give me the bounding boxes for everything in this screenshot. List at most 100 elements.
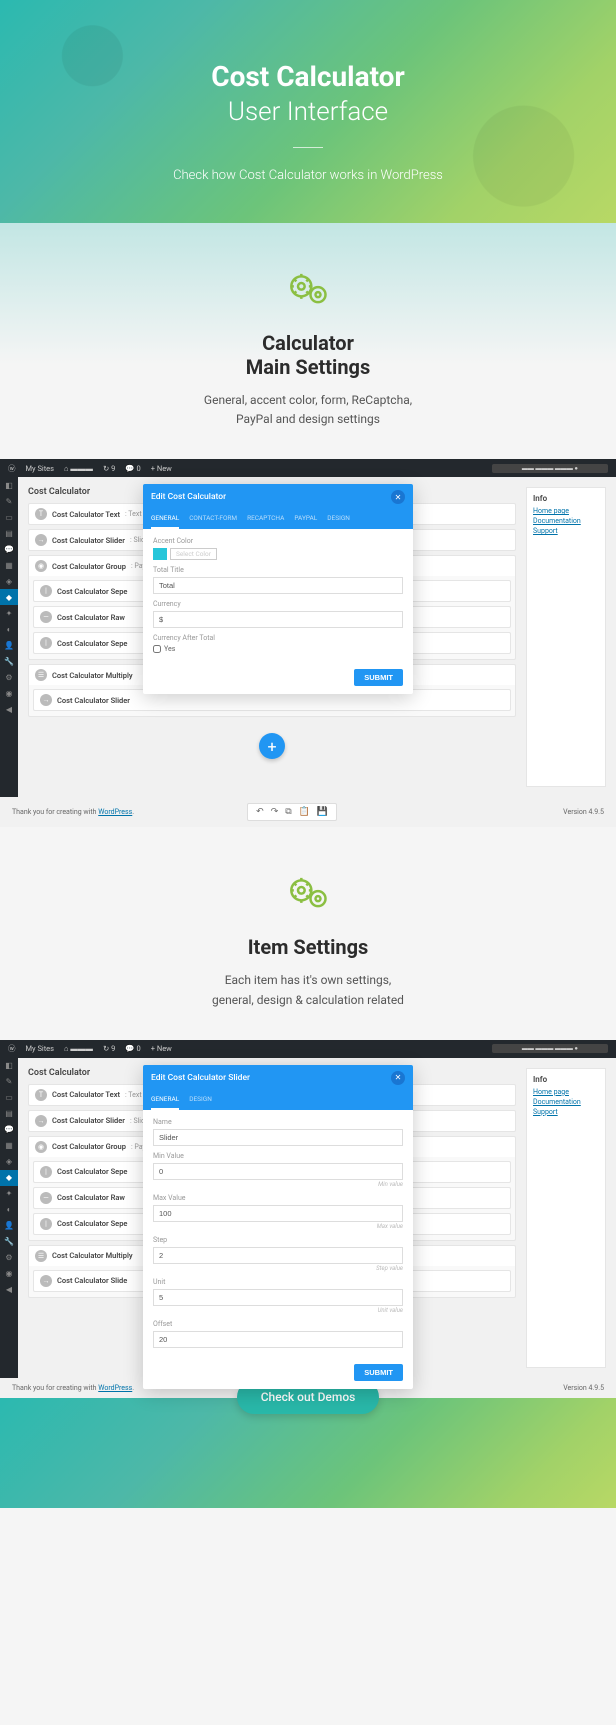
adminbar-mysites[interactable]: My Sites — [26, 1044, 55, 1053]
field-label: Step — [153, 1236, 403, 1244]
info-link[interactable]: Documentation — [533, 1098, 599, 1106]
submit-button[interactable]: SUBMIT — [354, 669, 403, 686]
field-hint: Step value — [153, 1265, 403, 1272]
menu-pages-icon[interactable]: ▤ — [0, 525, 18, 541]
adminbar-user[interactable]: ▬▬ ▬▬▬ ▬▬▬ ● — [492, 464, 608, 473]
footer-thanks: Thank you for creating with WordPress. — [12, 808, 134, 816]
menu-posts-icon[interactable]: ✎ — [0, 493, 18, 509]
section-main-settings-intro: CalculatorMain Settings General, accent … — [0, 223, 616, 459]
info-link[interactable]: Support — [533, 527, 599, 535]
wp-logo-icon[interactable]: ⓦ — [8, 1043, 16, 1054]
field-label: Min Value — [153, 1152, 403, 1160]
wp-side-menu: ◧ ✎ ▭ ▤ 💬 ▦ ◈ ◆ ✦ ◐ 👤 🔧 ⚙ ◉ ◀ — [0, 477, 18, 797]
select-color-button[interactable]: Select Color — [170, 548, 217, 560]
edit-calculator-modal: Edit Cost Calculator ✕ GENERAL CONTACT-F… — [143, 484, 413, 694]
menu-item-icon[interactable]: ◉ — [0, 1266, 18, 1282]
adminbar-updates[interactable]: ↻ 9 — [103, 1044, 115, 1053]
close-icon[interactable]: ✕ — [391, 490, 405, 504]
menu-cost-calculator-icon[interactable]: ◆ — [0, 589, 18, 605]
modal-title: Edit Cost Calculator Slider — [151, 1073, 250, 1083]
tab-contact-form[interactable]: CONTACT-FORM — [189, 510, 237, 529]
field-hint: Max value — [153, 1223, 403, 1230]
save-icon[interactable]: 💾 — [317, 807, 328, 817]
menu-collapse-icon[interactable]: ◀ — [0, 1282, 18, 1298]
menu-dashboard-icon[interactable]: ◧ — [0, 1058, 18, 1074]
field-hint: Min value — [153, 1181, 403, 1188]
menu-item-icon[interactable]: ▦ — [0, 557, 18, 573]
slider-icon: → — [35, 534, 47, 546]
undo-icon[interactable]: ↶ — [256, 807, 264, 817]
tab-design[interactable]: DESIGN — [327, 510, 350, 529]
adminbar-site[interactable]: ⌂ ▬▬▬ — [64, 1044, 93, 1053]
menu-users-icon[interactable]: 👤 — [0, 1218, 18, 1234]
wp-logo-icon[interactable]: ⓦ — [8, 463, 16, 474]
name-input[interactable] — [153, 1129, 403, 1146]
menu-comments-icon[interactable]: 💬 — [0, 541, 18, 557]
tab-general[interactable]: GENERAL — [151, 1091, 179, 1110]
menu-plugins-icon[interactable]: ◐ — [0, 1202, 18, 1218]
menu-plugins-icon[interactable]: ◐ — [0, 621, 18, 637]
min-value-input[interactable] — [153, 1163, 403, 1180]
menu-item-icon[interactable]: ◈ — [0, 573, 18, 589]
divider — [293, 147, 323, 148]
hero-title: Cost Calculator — [20, 60, 596, 93]
menu-comments-icon[interactable]: 💬 — [0, 1122, 18, 1138]
adminbar-updates[interactable]: ↻ 9 — [103, 464, 115, 473]
info-link[interactable]: Home page — [533, 1088, 599, 1096]
adminbar-user[interactable]: ▬▬ ▬▬▬ ▬▬▬ ● — [492, 1044, 608, 1053]
multiply-icon: ☰ — [35, 669, 47, 681]
menu-appearance-icon[interactable]: ✦ — [0, 605, 18, 621]
adminbar-new[interactable]: + New — [151, 1044, 172, 1053]
menu-posts-icon[interactable]: ✎ — [0, 1074, 18, 1090]
wp-adminbar: ⓦ My Sites ⌂ ▬▬▬ ↻ 9 💬 0 + New ▬▬ ▬▬▬ ▬▬… — [0, 459, 616, 477]
close-icon[interactable]: ✕ — [391, 1071, 405, 1085]
menu-settings-icon[interactable]: ⚙ — [0, 669, 18, 685]
tab-design[interactable]: DESIGN — [189, 1091, 212, 1110]
menu-media-icon[interactable]: ▭ — [0, 509, 18, 525]
adminbar-comments[interactable]: 💬 0 — [125, 1044, 140, 1053]
menu-tools-icon[interactable]: 🔧 — [0, 1234, 18, 1250]
paste-icon[interactable]: 📋 — [299, 807, 310, 817]
total-title-input[interactable] — [153, 577, 403, 594]
menu-collapse-icon[interactable]: ◀ — [0, 701, 18, 717]
adminbar-site[interactable]: ⌂ ▬▬▬ — [64, 464, 93, 473]
menu-appearance-icon[interactable]: ✦ — [0, 1186, 18, 1202]
add-element-button[interactable]: + — [259, 733, 285, 759]
menu-settings-icon[interactable]: ⚙ — [0, 1250, 18, 1266]
wp-side-menu: ◧ ✎ ▭ ▤ 💬 ▦ ◈ ◆ ✦ ◐ 👤 🔧 ⚙ ◉ ◀ — [0, 1058, 18, 1378]
menu-item-icon[interactable]: ◉ — [0, 685, 18, 701]
offset-input[interactable] — [153, 1331, 403, 1348]
menu-users-icon[interactable]: 👤 — [0, 637, 18, 653]
menu-cost-calculator-icon[interactable]: ◆ — [0, 1170, 18, 1186]
edit-slider-modal: Edit Cost Calculator Slider ✕ GENERAL DE… — [143, 1065, 413, 1389]
currency-after-checkbox[interactable] — [153, 645, 161, 653]
unit-input[interactable] — [153, 1289, 403, 1306]
currency-input[interactable] — [153, 611, 403, 628]
wordpress-link[interactable]: WordPress — [98, 808, 132, 816]
menu-media-icon[interactable]: ▭ — [0, 1090, 18, 1106]
copy-icon[interactable]: ⧉ — [285, 807, 291, 817]
menu-dashboard-icon[interactable]: ◧ — [0, 477, 18, 493]
step-input[interactable] — [153, 1247, 403, 1264]
submit-button[interactable]: SUBMIT — [354, 1364, 403, 1381]
max-value-input[interactable] — [153, 1205, 403, 1222]
menu-item-icon[interactable]: ◈ — [0, 1154, 18, 1170]
info-link[interactable]: Support — [533, 1108, 599, 1116]
menu-pages-icon[interactable]: ▤ — [0, 1106, 18, 1122]
info-link[interactable]: Documentation — [533, 517, 599, 525]
adminbar-comments[interactable]: 💬 0 — [125, 464, 140, 473]
tab-paypal[interactable]: PAYPAL — [294, 510, 317, 529]
field-hint: Unit value — [153, 1307, 403, 1314]
tab-general[interactable]: GENERAL — [151, 510, 179, 529]
menu-tools-icon[interactable]: 🔧 — [0, 653, 18, 669]
gears-icon — [283, 263, 333, 313]
wordpress-link[interactable]: WordPress — [98, 1384, 132, 1392]
info-link[interactable]: Home page — [533, 507, 599, 515]
adminbar-mysites[interactable]: My Sites — [26, 464, 55, 473]
wp-adminbar: ⓦ My Sites ⌂ ▬▬▬ ↻ 9 💬 0 + New ▬▬ ▬▬▬ ▬▬… — [0, 1040, 616, 1058]
color-swatch[interactable] — [153, 548, 167, 560]
redo-icon[interactable]: ↷ — [271, 807, 279, 817]
tab-recaptcha[interactable]: RECAPTCHA — [247, 510, 284, 529]
menu-item-icon[interactable]: ▦ — [0, 1138, 18, 1154]
adminbar-new[interactable]: + New — [151, 464, 172, 473]
